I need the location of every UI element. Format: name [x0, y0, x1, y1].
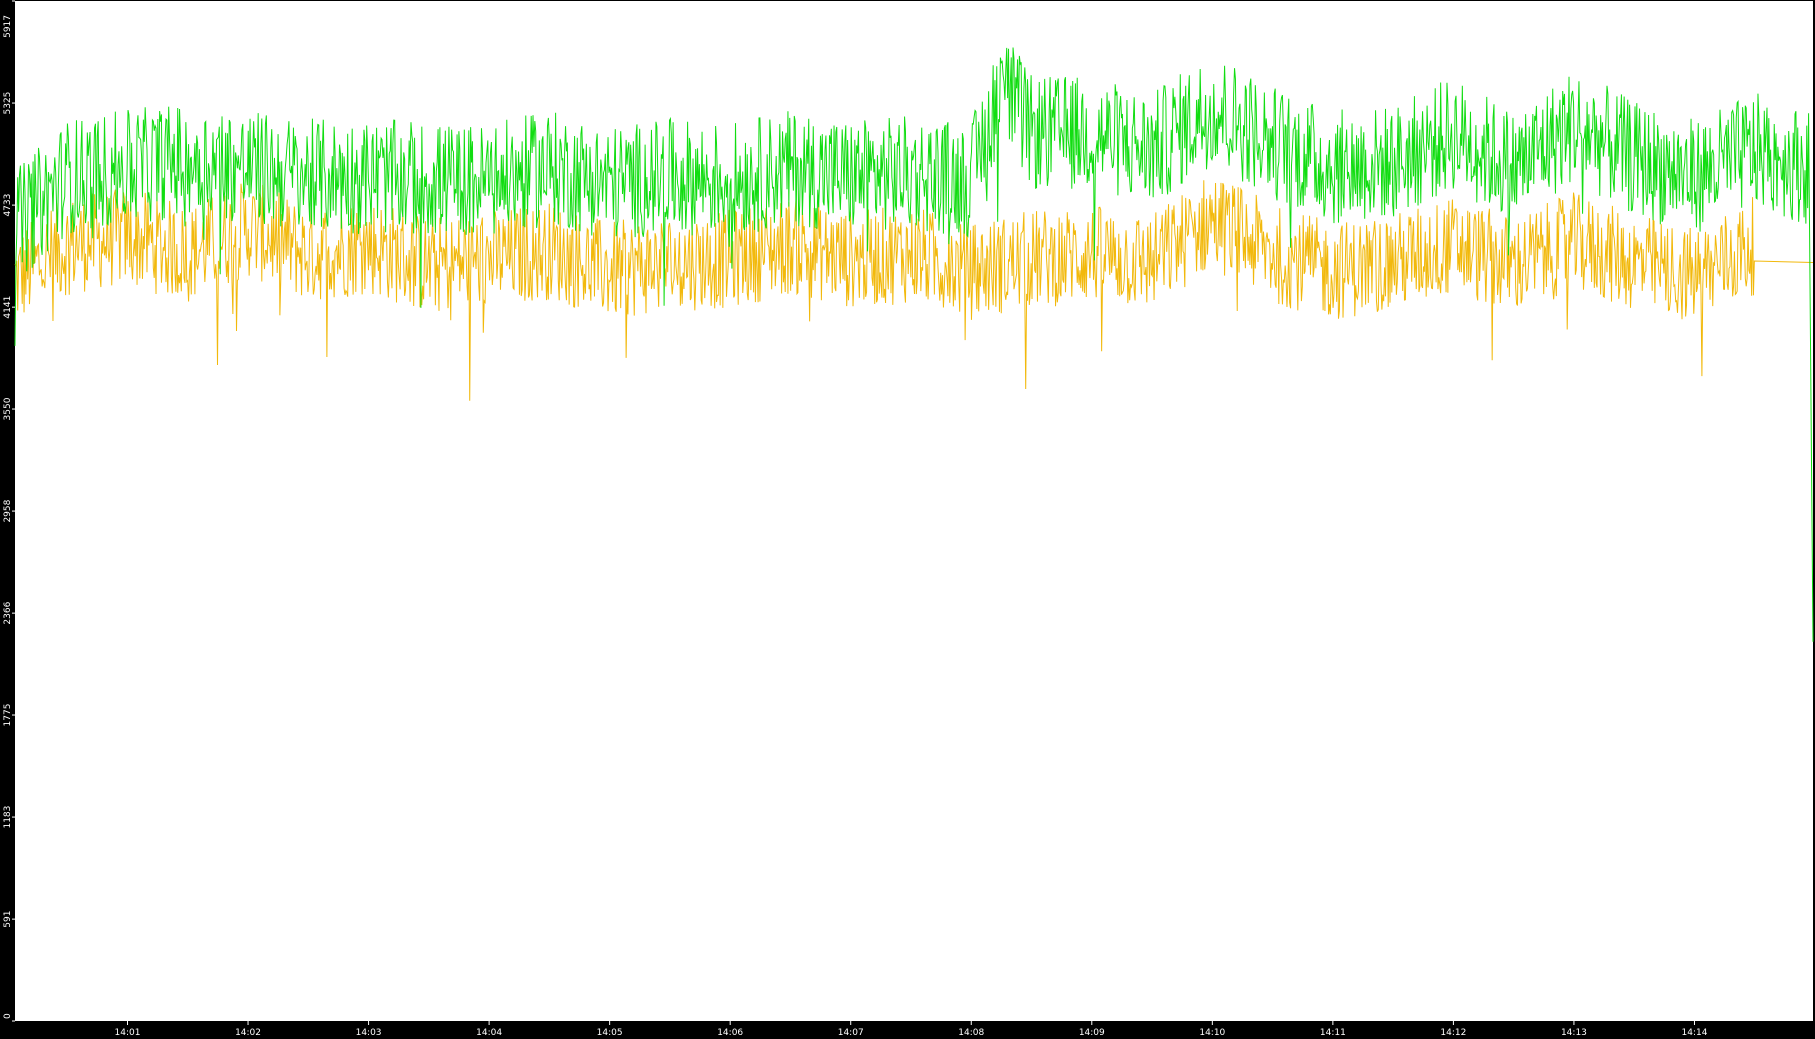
line-chart: 0 591 1183 1775 2366 2958 3550 4141 4733 5325 5917… — [3, 0, 1814, 1038]
y-tick-label: 5917 — [3, 15, 13, 38]
x-tick-label: 14:03 — [356, 1028, 382, 1038]
y-tick-label: 1183 — [3, 806, 13, 829]
y-tick-label: 2958 — [3, 499, 13, 522]
x-tick-label: 14:04 — [476, 1028, 502, 1038]
x-tick-label: 14:14 — [1682, 1028, 1708, 1038]
x-tick-label: 14:08 — [958, 1028, 984, 1038]
y-tick-label: 4733 — [3, 194, 13, 217]
x-tick-label: 14:12 — [1440, 1028, 1466, 1038]
x-tick-label: 14:07 — [838, 1028, 864, 1038]
y-axis: 0 591 1183 1775 2366 2958 3550 4141 4733 5325 5917 — [3, 0, 15, 1022]
y-tick-label: 4141 — [3, 296, 13, 319]
y-tick-label: 591 — [3, 911, 13, 928]
x-tick-label: 14:09 — [1079, 1028, 1105, 1038]
x-tick-label: 14:05 — [597, 1028, 623, 1038]
x-tick-label: 14:11 — [1320, 1028, 1346, 1038]
y-tick-label: 0 — [3, 1013, 13, 1019]
y-tick-label: 1775 — [3, 704, 13, 727]
x-tick-label: 14:06 — [717, 1028, 743, 1038]
x-tick-label: 14:10 — [1199, 1028, 1225, 1038]
x-axis: 14:01 14:02 14:03 14:04 14:05 14:06 14:07 14:08… — [115, 1021, 1708, 1038]
y-tick-label: 3550 — [3, 397, 13, 420]
y-tick-label: 5325 — [3, 92, 13, 115]
chart-frame: 0 591 1183 1775 2366 2958 3550 4141 4733 5325 5917… — [0, 0, 1815, 1039]
x-tick-label: 14:02 — [235, 1028, 261, 1038]
y-tick-label: 2366 — [3, 601, 13, 624]
x-tick-label: 14:13 — [1561, 1028, 1587, 1038]
x-tick-label: 14:01 — [115, 1028, 141, 1038]
